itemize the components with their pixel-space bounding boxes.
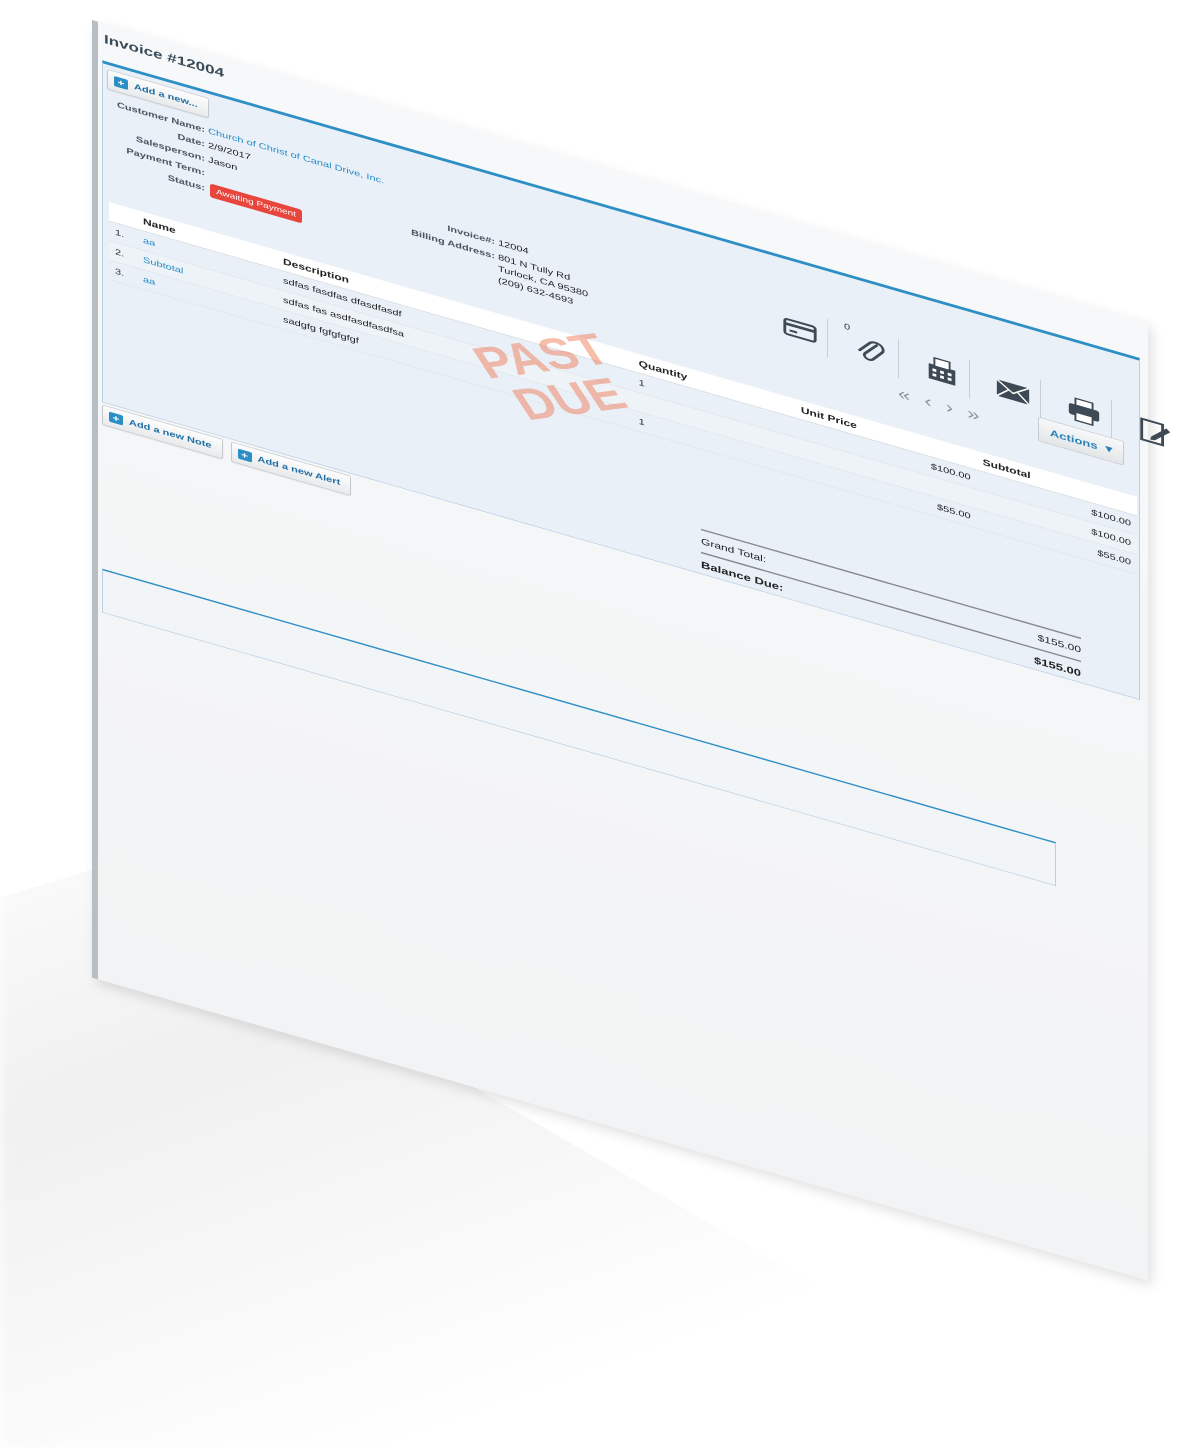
- plus-icon: +: [109, 411, 123, 426]
- balance-due-row: Balance Due: $155.00: [701, 551, 1081, 685]
- invoice-page: Invoice #12004 + Add a new... Customer N…: [92, 20, 1171, 1281]
- chevron-down-icon: ▾: [1105, 442, 1113, 456]
- plus-icon: +: [114, 75, 128, 91]
- edit-icon[interactable]: [1128, 405, 1182, 459]
- add-new-label: Add a new...: [134, 82, 198, 110]
- attachment-count: 0: [844, 322, 851, 333]
- stage: Invoice #12004 + Add a new... Customer N…: [0, 0, 1188, 1448]
- salesperson-value: Jason: [208, 155, 238, 173]
- past-due-stamp: PAST DUE: [463, 323, 647, 429]
- balance-due-value: $155.00: [1034, 654, 1081, 679]
- totals-block: Grand Total: $155.00 Balance Due: $155.0…: [701, 528, 1081, 685]
- plus-icon: +: [237, 448, 252, 463]
- status-badge: Awaiting Payment: [210, 183, 302, 224]
- envelope-icon[interactable]: [986, 364, 1041, 419]
- invoice-panel: + Add a new... Customer Name: Church of …: [102, 60, 1171, 700]
- paperclip-icon[interactable]: 0: [844, 322, 899, 379]
- grand-total-row: Grand Total: $155.00: [701, 528, 1081, 661]
- billing-address-row: Billing Address: 801 N Tully Rd: [403, 226, 570, 282]
- credit-card-icon[interactable]: [773, 303, 828, 358]
